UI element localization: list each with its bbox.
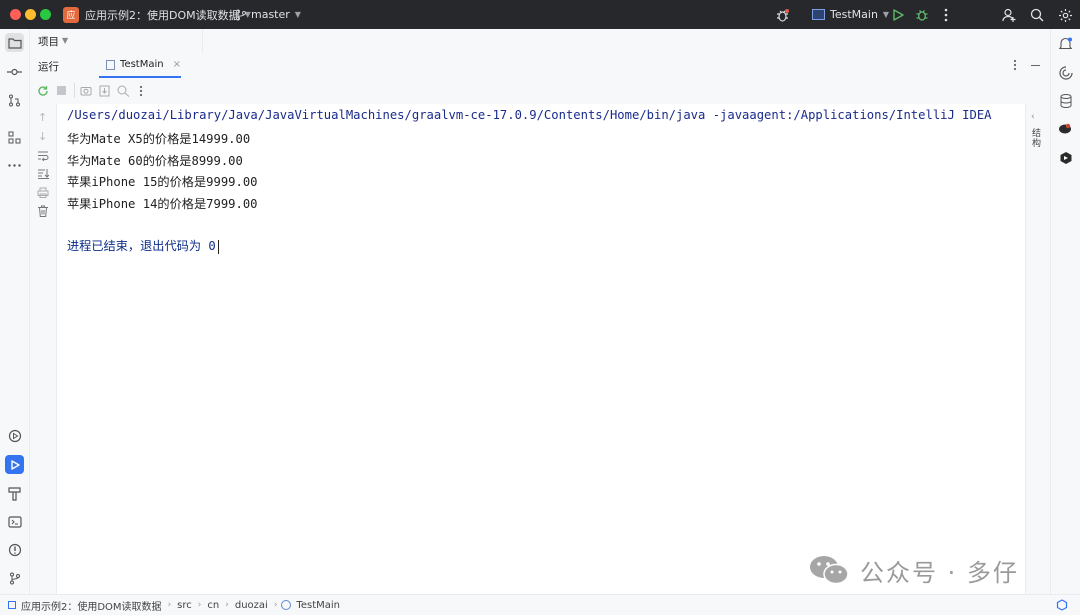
terminal-icon[interactable] <box>5 512 24 531</box>
editor-tab-area <box>203 29 1050 54</box>
chevron-right-icon: › <box>167 600 172 610</box>
ai-assistant-icon[interactable] <box>1056 63 1075 82</box>
database-icon[interactable] <box>1056 91 1075 110</box>
run-tool-icon[interactable] <box>5 455 24 474</box>
console-output[interactable]: /Users/duozai/Library/Java/JavaVirtualMa… <box>57 104 1025 594</box>
stop-icon[interactable] <box>57 86 66 95</box>
status-bar: 应用示例2：使用DOM读取数据 › src › cn › duozai › Te… <box>0 594 1080 615</box>
close-tab-icon[interactable]: × <box>173 59 181 70</box>
chevron-right-icon: › <box>225 600 229 610</box>
chevron-left-icon[interactable]: ‹ <box>1031 112 1035 122</box>
problems-icon[interactable] <box>5 540 24 559</box>
maven-plugin-icon[interactable] <box>1056 119 1075 138</box>
chevron-right-icon: › <box>273 600 278 610</box>
commit-icon[interactable] <box>5 62 24 81</box>
scroll-to-end-icon[interactable] <box>37 168 50 182</box>
plugin-spiral-icon[interactable] <box>1056 148 1075 167</box>
debug-bug-icon[interactable] <box>773 6 791 24</box>
settings-gear-icon[interactable] <box>1056 6 1074 24</box>
notifications-bell-icon[interactable] <box>1056 34 1075 53</box>
watermark-text: 公众号 · 多仔 <box>860 558 1019 587</box>
import-icon[interactable] <box>99 85 110 100</box>
branch-switcher[interactable]: master ▼ <box>235 0 301 29</box>
rerun-icon[interactable] <box>37 85 49 100</box>
run-config-selector[interactable]: TestMain ▼ <box>812 0 889 29</box>
run-panel-header: 运行 TestMain × <box>30 53 1050 78</box>
minimize-panel-icon[interactable] <box>1031 65 1040 67</box>
structure-side-tab[interactable]: 结构 <box>1032 129 1044 149</box>
more-options-icon[interactable] <box>139 85 143 100</box>
arrow-up-icon[interactable]: ↑ <box>38 111 47 124</box>
breadcrumb-testmain[interactable]: TestMain <box>296 600 340 611</box>
structure-icon[interactable] <box>5 128 24 147</box>
trash-icon[interactable] <box>38 205 48 220</box>
project-badge: 应 <box>63 6 79 23</box>
project-folder-icon[interactable] <box>5 33 24 52</box>
git-icon[interactable] <box>5 569 24 588</box>
console-action-strip: ↑ ↓ <box>30 104 57 594</box>
more-actions-icon[interactable] <box>937 6 955 24</box>
vertical-scroll-area[interactable] <box>1025 104 1051 594</box>
left-tool-bar <box>0 29 30 594</box>
close-window-button[interactable] <box>10 9 21 20</box>
breadcrumb-duozai[interactable]: duozai <box>235 600 268 611</box>
services-icon[interactable] <box>5 426 24 445</box>
breadcrumb-cn[interactable]: cn <box>207 600 219 611</box>
add-user-icon[interactable] <box>1000 6 1018 24</box>
zoom-window-button[interactable] <box>40 9 51 20</box>
chevron-down-icon: ▼ <box>294 10 301 19</box>
text-cursor <box>217 239 219 254</box>
wechat-logo-icon <box>810 556 849 585</box>
output-line: 苹果iPhone 15的价格是9999.00 <box>67 175 258 189</box>
output-line: 华为Mate 60的价格是8999.00 <box>67 154 243 168</box>
right-tool-bar <box>1050 29 1080 594</box>
build-hammer-icon[interactable] <box>5 484 24 503</box>
toolbar-divider <box>74 83 75 98</box>
soft-wrap-icon[interactable] <box>37 150 49 164</box>
search-icon[interactable] <box>1028 6 1046 24</box>
command-line: /Users/duozai/Library/Java/JavaVirtualMa… <box>67 108 992 122</box>
print-icon[interactable] <box>37 187 49 201</box>
run-panel-label: 运行 <box>38 61 59 73</box>
run-icon[interactable] <box>889 6 907 24</box>
debug-icon[interactable] <box>913 6 931 24</box>
tab-testmain[interactable]: TestMain × <box>99 53 181 78</box>
branch-name: master <box>251 8 290 21</box>
project-switcher[interactable]: 应 应用示例2：使用DOM读取数据 ▼ <box>63 0 251 29</box>
arrow-down-icon[interactable]: ↓ <box>38 130 47 143</box>
project-name: 应用示例2：使用DOM读取数据 <box>85 8 240 22</box>
more-tools-icon[interactable] <box>5 156 24 175</box>
tab-label: TestMain <box>120 59 164 70</box>
class-icon <box>281 600 292 610</box>
breadcrumb-src[interactable]: src <box>177 600 192 611</box>
run-toolbar <box>30 78 1050 105</box>
minimize-window-button[interactable] <box>25 9 36 20</box>
search-console-icon[interactable] <box>117 85 130 100</box>
camera-icon[interactable] <box>80 85 92 99</box>
output-line: 华为Mate X5的价格是14999.00 <box>67 132 251 146</box>
console-tab-icon <box>106 59 116 70</box>
run-config-name: TestMain <box>830 8 878 21</box>
run-config-icon <box>812 9 825 20</box>
title-bar: 应 应用示例2：使用DOM读取数据 ▼ master ▼ TestMain ▼ <box>0 0 1080 29</box>
branch-icon <box>236 9 246 20</box>
pull-request-icon[interactable] <box>5 91 24 110</box>
ide-status-icon[interactable] <box>1056 599 1068 614</box>
module-icon <box>8 601 16 609</box>
breadcrumb-project[interactable]: 应用示例2：使用DOM读取数据 <box>21 598 162 613</box>
options-icon[interactable] <box>1013 59 1017 74</box>
chevron-right-icon: › <box>197 600 202 610</box>
watermark: 公众号 · 多仔 <box>808 552 1019 588</box>
chevron-down-icon[interactable]: ▼ <box>62 36 68 45</box>
project-panel-title[interactable]: 项目 <box>38 34 59 49</box>
exit-message: 进程已结束，退出代码为 0 <box>67 236 219 254</box>
project-panel-header: 项目 ▼ <box>30 29 203 54</box>
output-line: 苹果iPhone 14的价格是7999.00 <box>67 197 258 211</box>
